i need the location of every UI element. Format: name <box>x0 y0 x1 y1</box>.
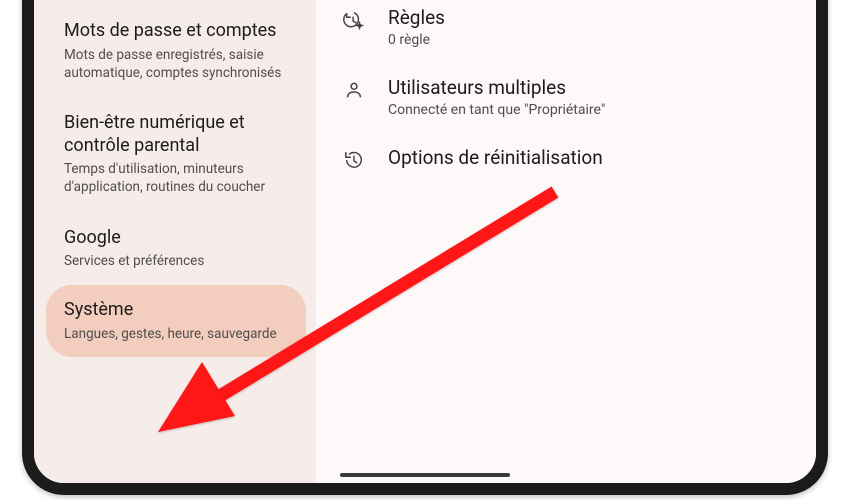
person-icon <box>342 76 366 101</box>
sidebar-item-google[interactable]: Google Services et préférences <box>64 212 302 286</box>
main-item-title: Utilisateurs multiples <box>388 76 605 100</box>
navigation-handle[interactable] <box>340 473 510 477</box>
tablet-frame: alertes Mots de passe et comptes Mots de… <box>22 0 828 495</box>
sidebar-item-title: Google <box>64 227 292 250</box>
main-item-multiple-users[interactable]: Utilisateurs multiples Connecté en tant … <box>336 62 792 132</box>
sidebar-item-subtitle: Langues, gestes, heure, sauvegarde <box>64 325 292 343</box>
reset-icon <box>342 146 366 171</box>
sidebar-item-subtitle: Services et préférences <box>64 252 292 270</box>
settings-screen: alertes Mots de passe et comptes Mots de… <box>34 0 816 483</box>
main-item-text: Utilisateurs multiples Connecté en tant … <box>388 76 605 118</box>
main-item-subtitle: 0 règle <box>388 32 445 48</box>
main-item-reset-options[interactable]: Options de réinitialisation <box>336 132 792 185</box>
main-item-rules[interactable]: Règles 0 règle <box>336 0 792 62</box>
sidebar-item-subtitle: Temps d'utilisation, minuteurs d'applica… <box>64 160 292 196</box>
sidebar-item-title: Système <box>64 299 292 322</box>
sidebar-item-title: Bien-être numérique et contrôle parental <box>64 112 292 157</box>
sidebar-item-passwords-accounts[interactable]: Mots de passe et comptes Mots de passe e… <box>64 5 302 97</box>
main-item-title: Règles <box>388 6 445 30</box>
main-item-text: Options de réinitialisation <box>388 146 603 170</box>
main-item-title: Options de réinitialisation <box>388 146 603 170</box>
sidebar-item-digital-wellbeing[interactable]: Bien-être numérique et contrôle parental… <box>64 97 302 211</box>
main-item-subtitle: Connecté en tant que "Propriétaire" <box>388 102 605 118</box>
sidebar-item-system[interactable]: Système Langues, gestes, heure, sauvegar… <box>46 285 306 357</box>
rules-icon <box>342 6 366 31</box>
main-panel: Règles 0 règle Utilisateurs multiples Co… <box>316 0 816 483</box>
main-item-text: Règles 0 règle <box>388 6 445 48</box>
sidebar-item-title: Mots de passe et comptes <box>64 20 292 43</box>
sidebar-item-subtitle: Mots de passe enregistrés, saisie automa… <box>64 46 292 82</box>
settings-sidebar: alertes Mots de passe et comptes Mots de… <box>34 0 316 483</box>
